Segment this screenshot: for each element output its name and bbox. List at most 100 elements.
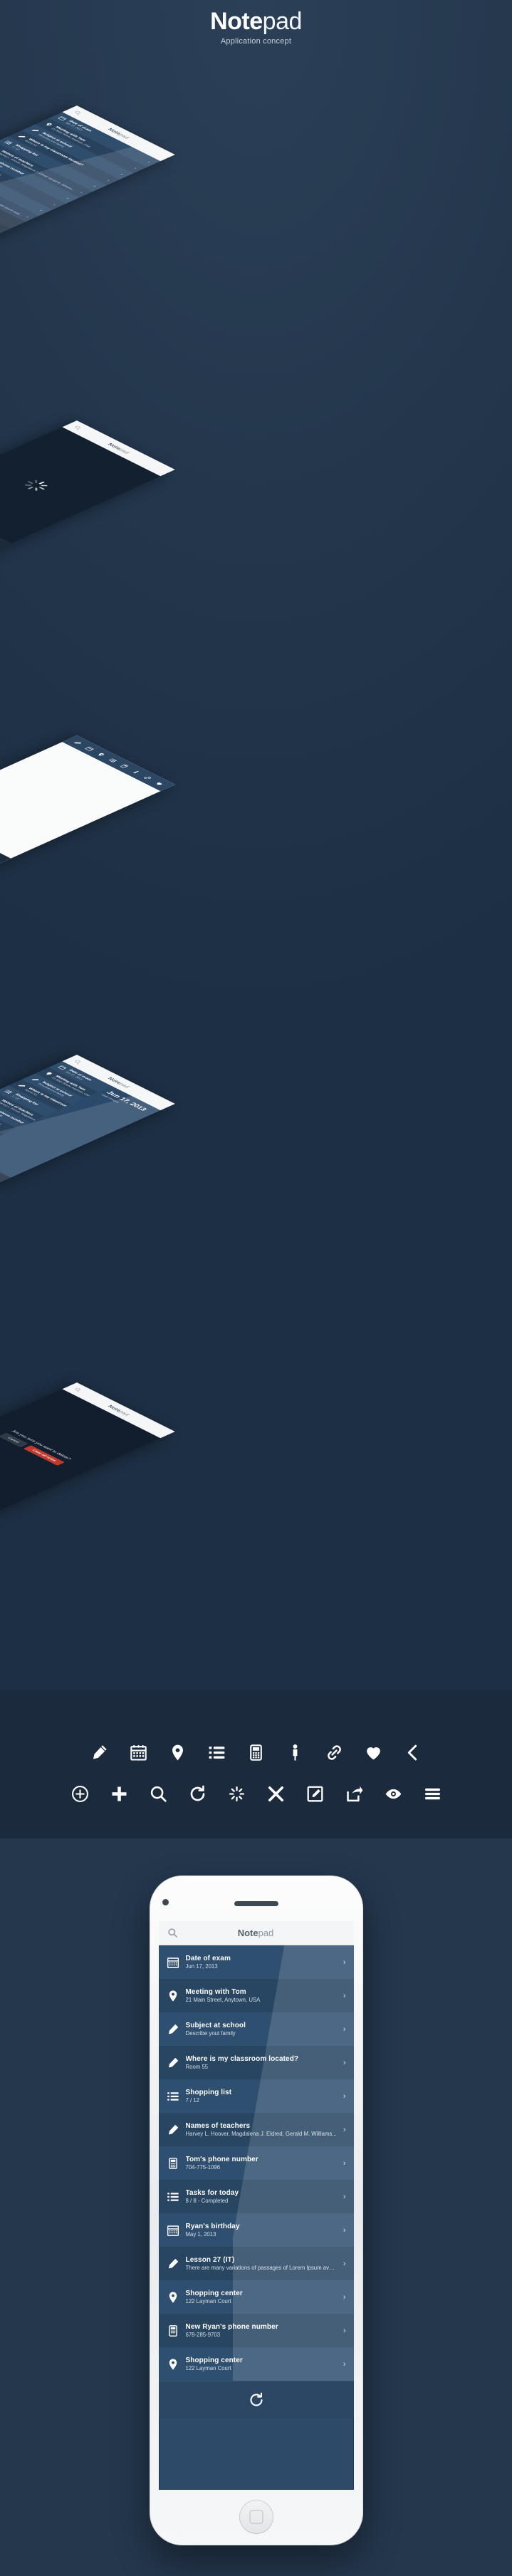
row-subtitle: 7 / 12 bbox=[185, 2097, 200, 2104]
phone-icon[interactable] bbox=[119, 764, 130, 769]
link-icon[interactable] bbox=[142, 775, 153, 780]
load-more-button[interactable] bbox=[158, 2381, 354, 2418]
earpiece-speaker bbox=[234, 1901, 278, 1906]
pencil-icon bbox=[0, 146, 1, 151]
person-icon bbox=[293, 1744, 298, 1761]
icon-row-types bbox=[0, 1732, 512, 1773]
chevron-right-icon: › bbox=[25, 214, 31, 218]
chevron-right-icon: › bbox=[119, 172, 125, 176]
plus-icon bbox=[112, 1786, 126, 1801]
page-subtitle: Application concept bbox=[220, 37, 292, 46]
table-row[interactable]: Tom's phone number 704-775-1096 › bbox=[158, 2146, 354, 2180]
table-row[interactable]: Meeting with Tom 21 Main Street, Anytown,… bbox=[158, 1979, 354, 2012]
row-subtitle: 704-775-1096 bbox=[185, 2164, 221, 2171]
calendar-icon bbox=[167, 2225, 179, 2236]
chevron-right-icon: › bbox=[343, 2024, 346, 2034]
table-row[interactable]: Names of teachers Harvey L. Hoover, Magda… bbox=[158, 2113, 354, 2146]
table-row[interactable]: Ryan's birthday May 1, 2013 › bbox=[158, 2213, 354, 2247]
phone-icon bbox=[168, 2324, 177, 2337]
pencil-icon bbox=[31, 130, 39, 132]
refresh-icon bbox=[190, 1785, 204, 1801]
row-subtitle: Jun 17, 2013 bbox=[185, 1963, 218, 1970]
row-title: Subject at school bbox=[185, 2021, 246, 2029]
search-icon bbox=[75, 1060, 80, 1065]
row-title: Ryan's birthday bbox=[185, 2222, 240, 2230]
table-row[interactable]: Shopping center 122 Layman Court › bbox=[158, 2347, 354, 2381]
search-icon bbox=[150, 1786, 167, 1802]
chevron-right-icon: › bbox=[105, 178, 112, 182]
iphone-device: Notepad Date of exam Jun 17, 2013 › Meeti… bbox=[149, 1876, 363, 2545]
edit-square-icon bbox=[307, 1786, 323, 1801]
chevron-right-icon: › bbox=[343, 2058, 346, 2067]
row-title: Shopping list bbox=[185, 2088, 232, 2096]
chevron-right-icon: › bbox=[132, 166, 139, 170]
chevron-right-icon: › bbox=[65, 197, 72, 200]
chevron-right-icon: › bbox=[343, 2091, 346, 2101]
table-row[interactable]: Subject at school Describe yout family › bbox=[158, 2012, 354, 2046]
search-bar[interactable]: Notepad bbox=[158, 1921, 354, 1945]
chevron-right-icon: › bbox=[343, 1991, 346, 2000]
table-row[interactable]: New Ryan's phone number 678-285-9703 › bbox=[158, 2314, 354, 2347]
app-title: Notepad bbox=[167, 1928, 345, 1938]
location-icon bbox=[172, 1744, 183, 1760]
link-icon bbox=[328, 1744, 341, 1760]
loading-spinner-wrap bbox=[0, 420, 175, 550]
location-icon bbox=[169, 2358, 177, 2370]
calendar-icon bbox=[130, 1744, 147, 1760]
mock-add-new-notes bbox=[0, 735, 175, 866]
spinner-icon bbox=[229, 1786, 244, 1801]
app-title-bold: Note bbox=[237, 1928, 258, 1938]
row-subtitle: 8 / 8 - Completed bbox=[185, 2198, 229, 2205]
spinner-icon bbox=[24, 480, 48, 491]
mock-screen bbox=[0, 735, 175, 866]
chevron-right-icon: › bbox=[78, 190, 85, 194]
device-screen: Notepad Date of exam Jun 17, 2013 › Meeti… bbox=[158, 1921, 354, 2490]
table-row[interactable]: Tasks for today 8 / 8 - Completed › bbox=[158, 2180, 354, 2213]
mock-note-list: Date of exam Jun 17, 2013 › Meeting with … bbox=[0, 112, 161, 222]
table-row[interactable]: Date of exam Jun 17, 2013 › bbox=[158, 1945, 354, 1979]
heart-icon[interactable] bbox=[154, 781, 164, 786]
row-subtitle: 678-285-9703 bbox=[185, 2332, 221, 2339]
row-title: Shopping center bbox=[185, 2289, 243, 2297]
table-row[interactable]: Where is my classroom located? Room 55 › bbox=[158, 2046, 354, 2079]
phone-icon bbox=[168, 2157, 177, 2169]
row-subtitle: There are many variations of passages of… bbox=[185, 2265, 337, 2272]
home-button[interactable] bbox=[239, 2500, 273, 2534]
pencil-icon bbox=[18, 135, 26, 138]
table-row[interactable]: Shopping center 122 Layman Court › bbox=[158, 2280, 354, 2314]
pencil-icon[interactable] bbox=[73, 740, 83, 745]
chevron-right-icon: › bbox=[38, 209, 45, 212]
person-icon[interactable] bbox=[130, 770, 141, 775]
row-subtitle: Harvey L. Hoover, Magdalena J. Eldred, G… bbox=[185, 2131, 337, 2138]
close-icon bbox=[268, 1786, 283, 1801]
chevron-left-icon bbox=[407, 1744, 417, 1760]
row-title: Names of teachers bbox=[185, 2121, 251, 2130]
table-row[interactable]: Shopping list 7 / 12 › bbox=[158, 2079, 354, 2113]
table-row[interactable]: Lesson 27 (IT) There are many variations … bbox=[158, 2247, 354, 2280]
mock-screen: Notepad Date of exam Jun 17, 2013 › Meeti… bbox=[0, 105, 175, 236]
row-title: Meeting with Tom bbox=[185, 1987, 246, 1996]
location-icon[interactable] bbox=[95, 752, 106, 757]
refresh-icon bbox=[249, 2392, 263, 2406]
row-title: Where is my classroom located? bbox=[185, 2054, 299, 2063]
mock-screen: Notepad bbox=[0, 420, 175, 551]
row-title: Date of exam bbox=[185, 1954, 231, 1962]
chevron-right-icon: › bbox=[343, 2259, 346, 2268]
row-subtitle: Room 55 bbox=[185, 2064, 209, 2071]
row-title: Lesson 27 (IT) bbox=[185, 2255, 235, 2264]
chevron-right-icon: › bbox=[92, 185, 98, 188]
page-title: Notepad bbox=[0, 8, 512, 35]
mock-confirm-deletion: Notepad Are you sure you want to delete?… bbox=[0, 1382, 175, 1513]
mock-list-of-notes: Notepad Date of exam Jun 17, 2013 › Meeti… bbox=[0, 105, 175, 236]
share-icon bbox=[346, 1786, 362, 1801]
list-icon[interactable] bbox=[108, 757, 118, 762]
list-icon bbox=[4, 140, 13, 145]
chevron-right-icon: › bbox=[146, 160, 152, 164]
page-title-light: pad bbox=[262, 8, 303, 35]
location-icon bbox=[169, 1990, 177, 2002]
device-showcase: Notepad Date of exam Jun 17, 2013 › Meeti… bbox=[0, 1838, 512, 2576]
note-compose-area[interactable] bbox=[0, 742, 161, 859]
calendar-icon[interactable] bbox=[84, 746, 95, 751]
chevron-right-icon: › bbox=[343, 1957, 346, 1967]
pencil-icon bbox=[0, 1095, 1, 1100]
